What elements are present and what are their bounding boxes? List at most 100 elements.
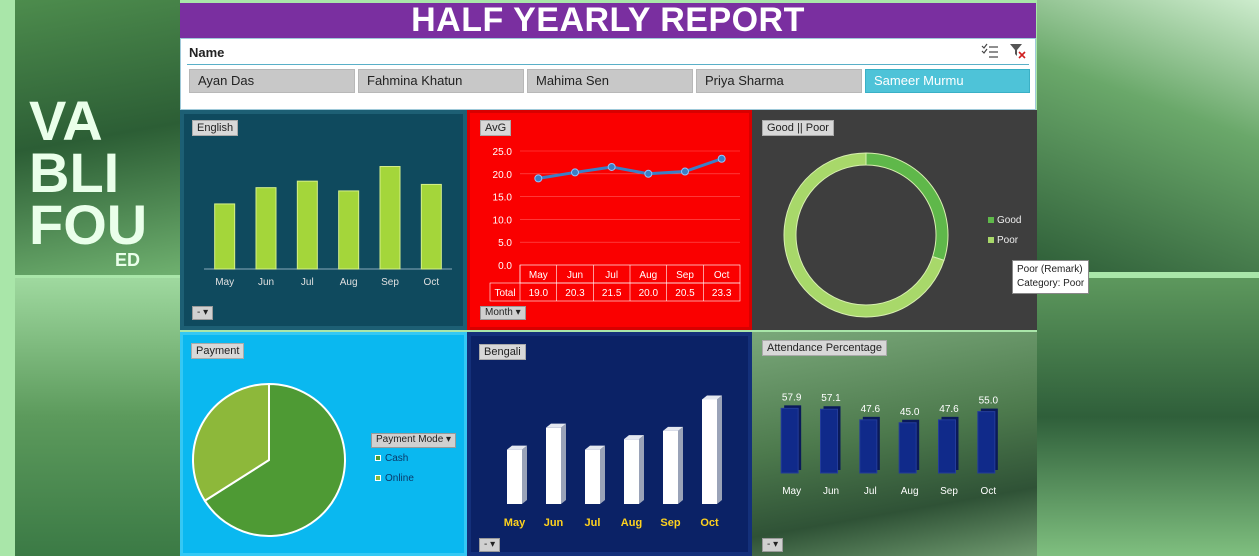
legend-item-poor: Poor	[988, 235, 1021, 246]
legend-item-online: Online	[375, 473, 414, 484]
avg-table-value-may: 19.0	[529, 288, 549, 299]
avg-table-value-jul: 21.5	[602, 288, 622, 299]
english-tick-oct: Oct	[424, 277, 440, 288]
avg-table-header-jul: Jul	[605, 270, 618, 281]
good-poor-legend: Good Poor	[988, 215, 1021, 246]
month-filter-dropdown[interactable]: Month ▾	[480, 306, 526, 320]
background-photo-left-top: VA BLI FOU ED	[15, 0, 180, 275]
bengali-tick-jun: Jun	[544, 517, 564, 529]
bengali-bar-side-oct	[717, 395, 722, 504]
banner-text-3: FOU	[29, 193, 148, 256]
avg-y-tick-1: 20.0	[493, 170, 513, 181]
legend-online-label: Online	[385, 473, 414, 484]
chart-tooltip: Poor (Remark) Category: Poor	[1012, 260, 1090, 294]
avg-point-jul	[607, 162, 616, 171]
avg-table-value-sep: 20.5	[675, 288, 695, 299]
english-bar-sep	[379, 166, 401, 270]
bengali-filter-value: -	[484, 539, 488, 550]
attendance-chart-tile: Attendance Percentage 57.9 May 57.1 Jun 47.6…	[752, 332, 1037, 556]
bengali-bar-side-aug	[639, 435, 644, 504]
avg-point-sep	[681, 167, 689, 176]
background-photo-right-bottom	[1037, 278, 1259, 556]
bengali-bar-chart: May Jun Jul Aug Sep Oct	[504, 395, 722, 529]
slicer-item-priya-sharma[interactable]: Priya Sharma	[696, 69, 862, 93]
avg-table-header-aug: Aug	[639, 270, 657, 281]
bengali-tick-aug: Aug	[621, 517, 642, 529]
legend-item-good: Good	[988, 215, 1021, 226]
legend-good-label: Good	[997, 215, 1022, 226]
background-photo-left-bottom	[15, 278, 180, 556]
bengali-bar-aug	[624, 439, 639, 504]
avg-point-may	[534, 174, 543, 183]
bengali-filter-dropdown[interactable]: - ▾	[479, 538, 501, 552]
bengali-bar-jul	[585, 449, 600, 504]
attendance-bar-oct	[977, 411, 996, 474]
slicer-divider	[187, 64, 1029, 65]
bengali-tick-oct: Oct	[700, 517, 719, 529]
english-tick-jul: Jul	[301, 277, 314, 288]
background-photo-right-top	[1037, 0, 1259, 272]
doughnut-slice-good	[865, 152, 949, 261]
attendance-filter-dropdown[interactable]: - ▾	[762, 538, 784, 552]
clear-filter-icon[interactable]	[1009, 43, 1027, 59]
legend-cash-label: Cash	[385, 453, 409, 464]
page-title: HALF YEARLY REPORT	[180, 3, 1036, 38]
avg-table-value-oct: 23.3	[712, 288, 732, 299]
english-bar-oct	[420, 183, 442, 270]
banner-text-4: ED	[115, 250, 141, 270]
attendance-data-label-aug: 45.0	[900, 407, 920, 418]
english-filter-dropdown[interactable]: - ▾	[192, 306, 214, 320]
attendance-tick-oct: Oct	[981, 486, 997, 497]
english-bar-jun	[255, 187, 277, 270]
avg-point-aug	[644, 169, 653, 178]
slicer-item-fahmina-khatun[interactable]: Fahmina Khatun	[358, 69, 524, 93]
attendance-tick-sep: Sep	[940, 486, 958, 497]
bengali-bar-side-sep	[678, 426, 683, 504]
avg-line-chart: 25.0 20.0 15.0 10.0 5.0 0.0 Total May 19.0 Jun 20.…	[489, 147, 741, 302]
attendance-data-label-may: 57.9	[782, 392, 802, 403]
tooltip-line-2: Category: Poor	[1017, 278, 1085, 289]
bengali-bar-side-jul	[600, 445, 605, 504]
attendance-tick-jul: Jul	[864, 486, 877, 497]
english-bar-may	[214, 203, 236, 270]
bengali-chart-tile: Bengali May Jun Jul Aug Sep Oct - ▾	[467, 332, 752, 556]
attendance-bar-may	[780, 407, 799, 474]
attendance-tick-aug: Aug	[901, 486, 919, 497]
english-bar-chart: May Jun Jul Aug Sep Oct	[204, 166, 452, 288]
english-chart-tile: English May Jun Jul Aug Sep Oct - ▾	[180, 110, 467, 330]
legend-item-cash: Cash	[375, 453, 414, 464]
payment-legend: Cash Online	[375, 453, 414, 484]
multi-select-icon[interactable]	[981, 43, 999, 59]
avg-table-value-aug: 20.0	[639, 288, 659, 299]
bengali-bar-side-may	[522, 445, 527, 504]
english-bar-jul	[296, 180, 318, 270]
avg-y-tick-0: 25.0	[493, 147, 513, 158]
english-tick-may: May	[215, 277, 234, 288]
avg-chart-tile: AvG 25.0 20.0 15.0 10.0 5.0 0.0 Total May 19.0 Ju…	[467, 110, 752, 330]
payment-mode-filter[interactable]: Payment Mode ▾	[371, 433, 457, 448]
english-tick-sep: Sep	[381, 277, 399, 288]
legend-poor-label: Poor	[997, 235, 1019, 246]
slicer-item-sameer-murmu[interactable]: Sameer Murmu	[865, 69, 1030, 93]
slicer-item-ayan-das[interactable]: Ayan Das	[189, 69, 355, 93]
avg-y-tick-5: 0.0	[498, 261, 512, 272]
avg-table-header-oct: Oct	[714, 270, 730, 281]
avg-table-header-jun: Jun	[567, 270, 583, 281]
bengali-bar-sep	[663, 430, 678, 504]
attendance-data-label-sep: 47.6	[939, 404, 959, 415]
attendance-data-label-oct: 55.0	[979, 396, 999, 407]
english-tick-jun: Jun	[258, 277, 274, 288]
attendance-tick-jun: Jun	[823, 486, 839, 497]
english-tick-aug: Aug	[340, 277, 358, 288]
attendance-bar-aug	[898, 422, 917, 474]
avg-y-tick-2: 15.0	[493, 193, 513, 204]
english-filter-value: -	[197, 307, 201, 318]
avg-y-tick-3: 10.0	[493, 215, 513, 226]
name-slicer: Name Ayan Das Fahmina Khatun Mahima Sen …	[180, 38, 1036, 110]
attendance-bar-chart: 57.9 May 57.1 Jun 47.6 Jul 45.0 Aug 47.6 Sep 55.0 O…	[780, 392, 999, 497]
slicer-item-mahima-sen[interactable]: Mahima Sen	[527, 69, 693, 93]
bengali-bar-may	[507, 449, 522, 504]
good-poor-chart-tile: Good || Poor Good Poor	[752, 110, 1037, 330]
attendance-tick-may: May	[782, 486, 801, 497]
avg-point-oct	[717, 154, 726, 163]
